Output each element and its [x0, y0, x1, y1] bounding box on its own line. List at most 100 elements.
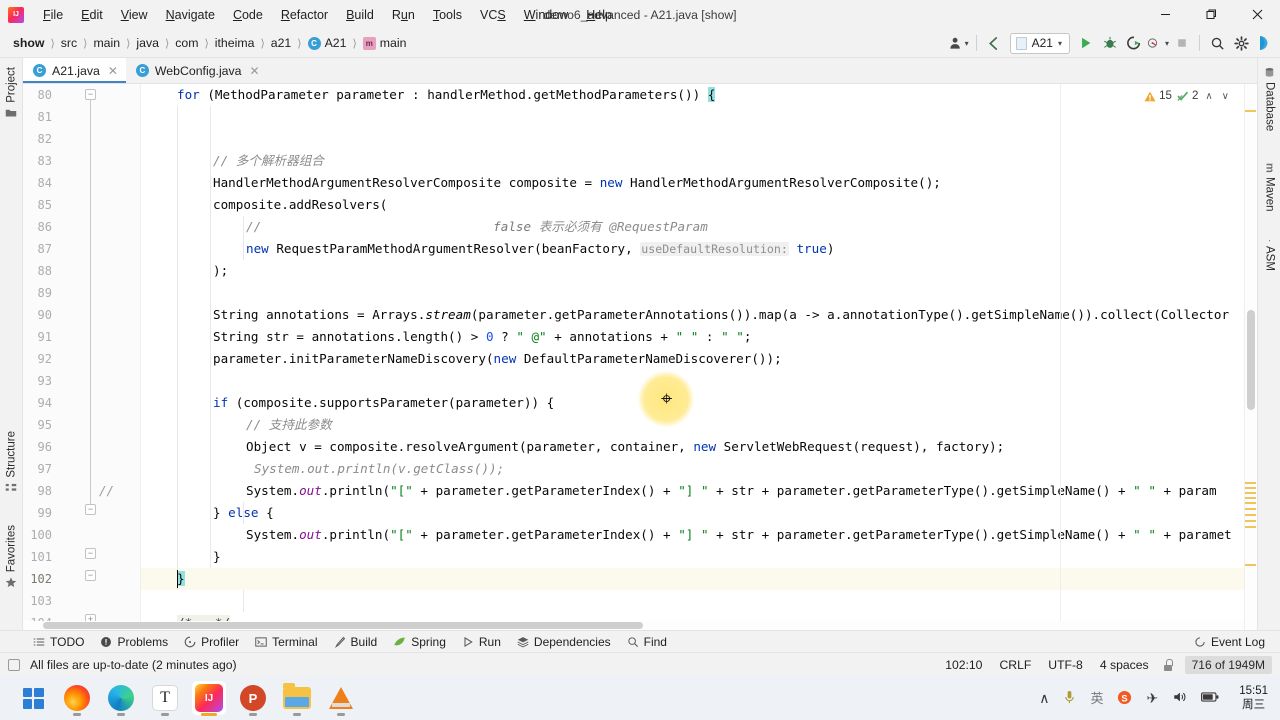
code-editor[interactable]: 80 81 82 83 84 85 86 87 88 89 90 91 92 9… [23, 84, 1257, 630]
menu-build[interactable]: Build [337, 5, 383, 25]
warning-marker[interactable] [1245, 482, 1256, 484]
menu-code[interactable]: Code [224, 5, 272, 25]
tool-window-spring[interactable]: Spring [386, 633, 453, 651]
sidebar-item-asm[interactable]: · ASM [1258, 234, 1280, 276]
ime-chinese-icon[interactable]: 英 [1090, 692, 1103, 705]
tab-webconfig-java[interactable]: C WebConfig.java ✕ [125, 58, 268, 83]
close-icon[interactable]: ✕ [250, 64, 260, 78]
show-hidden-icons-button[interactable]: ∧ [1039, 691, 1049, 705]
updates-button[interactable] [1254, 32, 1276, 54]
airplane-mode-icon[interactable]: ✈ [1146, 691, 1158, 705]
fold-marker[interactable]: − [85, 570, 96, 581]
fold-marker[interactable]: − [85, 548, 96, 559]
run-configuration-selector[interactable]: A21 ▾ [1009, 32, 1070, 54]
breadcrumb-a21[interactable]: a21 [266, 34, 297, 52]
battery-icon[interactable] [1201, 691, 1219, 705]
warning-marker[interactable] [1245, 526, 1256, 528]
taskbar-typora[interactable]: T [148, 681, 182, 716]
menu-window[interactable]: Window [515, 5, 577, 25]
sidebar-item-project[interactable]: Project [0, 62, 23, 124]
profiler-button[interactable]: ▾ [1147, 32, 1169, 54]
close-button[interactable] [1234, 0, 1280, 29]
read-only-lock-icon[interactable] [1163, 658, 1174, 671]
warning-marker[interactable] [1245, 110, 1256, 112]
tool-window-build[interactable]: Build [327, 633, 385, 651]
code-text-area[interactable]: for (MethodParameter parameter : handler… [141, 84, 1257, 630]
run-with-coverage-button[interactable] [1123, 32, 1145, 54]
taskbar-firefox[interactable] [60, 681, 94, 716]
taskbar-file-explorer[interactable] [280, 681, 314, 716]
search-everywhere-button[interactable] [1206, 32, 1228, 54]
next-problem-button[interactable]: ∨ [1220, 91, 1231, 102]
taskbar-clock[interactable]: 15:51 周三 [1233, 684, 1268, 712]
warning-marker[interactable] [1245, 497, 1256, 499]
taskbar-vlc[interactable] [324, 681, 358, 716]
debug-button[interactable] [1099, 32, 1121, 54]
taskbar-edge[interactable] [104, 681, 138, 716]
caret-position[interactable]: 102:10 [942, 657, 985, 673]
breadcrumb-src[interactable]: src [56, 34, 82, 52]
breadcrumb-java[interactable]: java [131, 34, 164, 52]
warning-marker[interactable] [1245, 502, 1256, 504]
sogou-input-icon[interactable]: S [1117, 690, 1132, 707]
tool-window-todo[interactable]: TODO [26, 633, 91, 651]
menu-navigate[interactable]: Navigate [157, 5, 224, 25]
maximize-button[interactable] [1188, 0, 1234, 29]
fold-marker[interactable]: − [85, 89, 96, 100]
previous-problem-button[interactable]: ∧ [1203, 91, 1214, 102]
breadcrumb-main[interactable]: main [88, 34, 125, 52]
warning-marker[interactable] [1245, 492, 1256, 494]
breadcrumb-itheima[interactable]: itheima [210, 34, 260, 52]
indent-setting[interactable]: 4 spaces [1097, 657, 1152, 673]
file-encoding[interactable]: UTF-8 [1045, 657, 1086, 673]
taskbar-powerpoint[interactable]: P [236, 681, 270, 716]
warning-marker[interactable] [1245, 564, 1256, 566]
editor-gutter[interactable]: 80 81 82 83 84 85 86 87 88 89 90 91 92 9… [23, 84, 141, 630]
tool-window-run[interactable]: Run [455, 633, 508, 651]
tool-window-find[interactable]: Find [620, 633, 674, 651]
microphone-icon[interactable] [1063, 690, 1076, 707]
line-separator[interactable]: CRLF [996, 657, 1034, 673]
breadcrumb-com[interactable]: com [170, 34, 203, 52]
sidebar-item-structure[interactable]: Structure [0, 426, 23, 499]
menu-file[interactable]: File [34, 5, 72, 25]
warning-count-group[interactable]: 15 [1144, 90, 1172, 102]
settings-button[interactable] [1230, 32, 1252, 54]
taskbar-intellij-idea[interactable] [192, 681, 226, 716]
inspection-ok-group[interactable]: 2 [1177, 90, 1198, 102]
menu-run[interactable]: Run [383, 5, 424, 25]
breadcrumb-class-A21[interactable]: C A21 [303, 34, 352, 52]
user-profile-button[interactable]: ▾ [948, 32, 970, 54]
warning-marker[interactable] [1245, 520, 1256, 522]
back-button[interactable] [983, 32, 1005, 54]
horizontal-scrollbar[interactable] [23, 621, 1244, 630]
warning-marker[interactable] [1245, 514, 1256, 516]
tool-window-terminal[interactable]: Terminal [248, 633, 324, 651]
vertical-scrollbar-thumb[interactable] [1247, 310, 1255, 410]
inspections-widget[interactable]: 15 2 ∧ ∨ [1144, 90, 1231, 102]
start-windows-button[interactable] [16, 681, 50, 715]
tab-a21-java[interactable]: C A21.java ✕ [23, 58, 126, 83]
menu-tools[interactable]: Tools [424, 5, 471, 25]
editor-marker-gutter[interactable] [1244, 84, 1257, 630]
menu-help[interactable]: Help [577, 5, 621, 25]
tool-window-profiler[interactable]: Profiler [177, 633, 246, 651]
warning-marker[interactable] [1245, 487, 1256, 489]
memory-indicator[interactable]: 716 of 1949M [1184, 655, 1272, 674]
tool-window-event-log[interactable]: Event Log [1187, 633, 1272, 651]
run-button[interactable] [1075, 32, 1097, 54]
horizontal-scrollbar-thumb[interactable] [43, 622, 643, 629]
stop-button[interactable] [1171, 32, 1193, 54]
menu-view[interactable]: View [112, 5, 157, 25]
menu-vcs[interactable]: VCS [471, 5, 515, 25]
menu-edit[interactable]: Edit [72, 5, 112, 25]
fold-marker[interactable]: − [85, 504, 96, 515]
warning-marker[interactable] [1245, 508, 1256, 510]
tool-window-problems[interactable]: Problems [93, 633, 175, 651]
menu-refactor[interactable]: Refactor [272, 5, 337, 25]
breadcrumb-method-main[interactable]: m main [358, 34, 412, 52]
sidebar-item-database[interactable]: Database [1258, 62, 1280, 136]
sidebar-item-maven[interactable]: m Maven [1258, 158, 1280, 216]
sidebar-item-favorites[interactable]: Favorites [0, 520, 23, 593]
volume-icon[interactable] [1172, 690, 1187, 706]
